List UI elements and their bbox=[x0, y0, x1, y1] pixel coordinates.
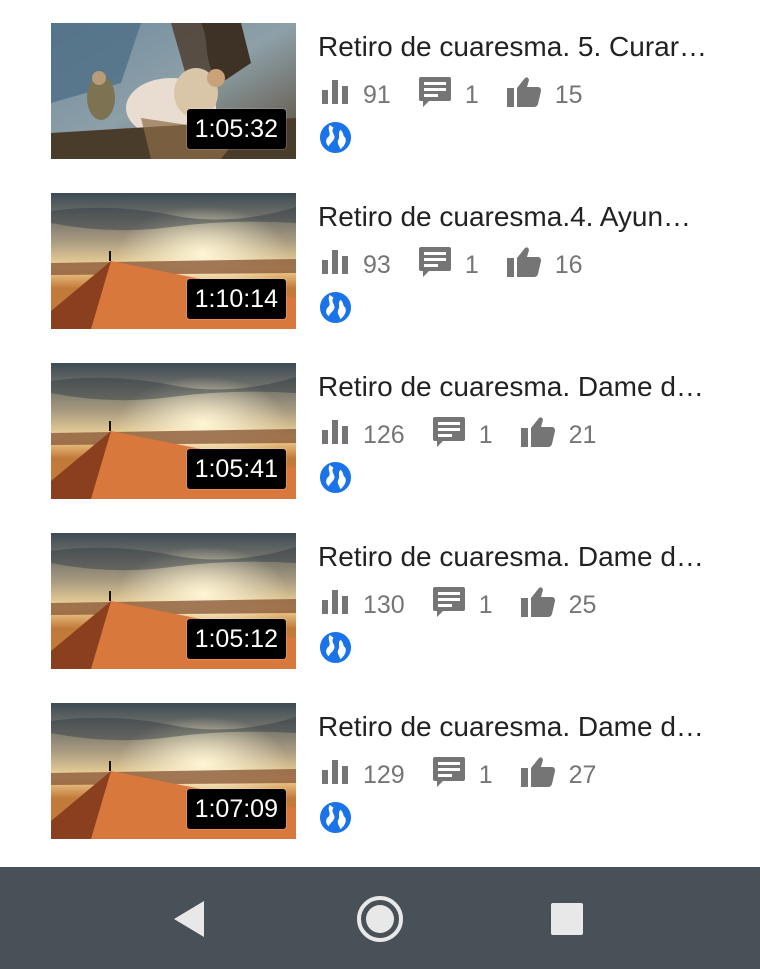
views-stat: 93 bbox=[322, 249, 391, 281]
likes-count: 21 bbox=[568, 420, 597, 449]
likes-count: 16 bbox=[554, 250, 583, 279]
comments-count: 1 bbox=[478, 760, 493, 789]
comments-stat: 1 bbox=[418, 76, 479, 114]
video-title[interactable]: Retiro de cuaresma. Dame d… bbox=[318, 539, 718, 575]
public-globe-icon bbox=[319, 631, 352, 664]
video-duration: 1:05:32 bbox=[186, 109, 286, 149]
comments-stat: 1 bbox=[432, 756, 493, 794]
views-count: 91 bbox=[363, 80, 391, 109]
likes-stat: 25 bbox=[520, 586, 597, 624]
bar-chart-icon bbox=[322, 589, 349, 621]
video-item[interactable]: 1:05:12 Retiro de cuaresma. Dame d… 130 … bbox=[0, 533, 760, 669]
comment-icon bbox=[432, 756, 465, 794]
back-button[interactable] bbox=[162, 891, 218, 947]
home-button[interactable] bbox=[352, 891, 408, 947]
video-stats: 93 1 16 bbox=[322, 245, 611, 285]
comments-count: 1 bbox=[478, 590, 493, 619]
bar-chart-icon bbox=[322, 79, 349, 111]
recents-button[interactable] bbox=[539, 891, 595, 947]
views-stat: 129 bbox=[322, 759, 405, 791]
comment-icon bbox=[432, 586, 465, 624]
public-globe-icon bbox=[319, 461, 352, 494]
home-circle-icon bbox=[357, 896, 403, 942]
video-duration: 1:05:41 bbox=[186, 449, 286, 489]
video-thumbnail[interactable]: 1:07:09 bbox=[51, 703, 296, 839]
video-item[interactable]: 1:05:41 Retiro de cuaresma. Dame d… 126 … bbox=[0, 363, 760, 499]
video-thumbnail[interactable]: 1:05:32 bbox=[51, 23, 296, 159]
bar-chart-icon bbox=[322, 249, 349, 281]
views-count: 130 bbox=[363, 590, 405, 619]
video-thumbnail[interactable]: 1:10:14 bbox=[51, 193, 296, 329]
bar-chart-icon bbox=[322, 419, 349, 451]
comments-count: 1 bbox=[464, 250, 479, 279]
thumb-up-icon bbox=[520, 416, 555, 454]
likes-count: 15 bbox=[554, 80, 583, 109]
video-title[interactable]: Retiro de cuaresma.4. Ayun… bbox=[318, 199, 718, 235]
video-stats: 126 1 21 bbox=[322, 415, 624, 455]
likes-stat: 21 bbox=[520, 416, 597, 454]
likes-count: 27 bbox=[568, 760, 597, 789]
views-count: 129 bbox=[363, 760, 405, 789]
video-title[interactable]: Retiro de cuaresma. 5. Curar… bbox=[318, 29, 718, 65]
likes-stat: 27 bbox=[520, 756, 597, 794]
views-count: 126 bbox=[363, 420, 405, 449]
thumb-up-icon bbox=[520, 586, 555, 624]
public-globe-icon bbox=[319, 291, 352, 324]
likes-count: 25 bbox=[568, 590, 597, 619]
video-title[interactable]: Retiro de cuaresma. Dame d… bbox=[318, 369, 718, 405]
comment-icon bbox=[432, 416, 465, 454]
views-stat: 130 bbox=[322, 589, 405, 621]
video-stats: 130 1 25 bbox=[322, 585, 624, 625]
video-item[interactable]: 1:05:32 Retiro de cuaresma. 5. Curar… 91… bbox=[0, 23, 760, 159]
public-globe-icon bbox=[319, 121, 352, 154]
comments-stat: 1 bbox=[432, 586, 493, 624]
thumb-up-icon bbox=[506, 76, 541, 114]
comments-stat: 1 bbox=[432, 416, 493, 454]
views-stat: 91 bbox=[322, 79, 391, 111]
views-stat: 126 bbox=[322, 419, 405, 451]
comments-count: 1 bbox=[478, 420, 493, 449]
back-triangle-icon bbox=[174, 901, 204, 937]
video-thumbnail[interactable]: 1:05:41 bbox=[51, 363, 296, 499]
comments-stat: 1 bbox=[418, 246, 479, 284]
comment-icon bbox=[418, 246, 451, 284]
likes-stat: 15 bbox=[506, 76, 583, 114]
video-item[interactable]: 1:07:09 Retiro de cuaresma. Dame d… 129 … bbox=[0, 703, 760, 839]
video-duration: 1:07:09 bbox=[186, 789, 286, 829]
video-duration: 1:10:14 bbox=[186, 279, 286, 319]
video-stats: 91 1 15 bbox=[322, 75, 611, 115]
recents-square-icon bbox=[551, 903, 583, 935]
video-title[interactable]: Retiro de cuaresma. Dame d… bbox=[318, 709, 718, 745]
views-count: 93 bbox=[363, 250, 391, 279]
bar-chart-icon bbox=[322, 759, 349, 791]
public-globe-icon bbox=[319, 801, 352, 834]
video-thumbnail[interactable]: 1:05:12 bbox=[51, 533, 296, 669]
thumb-up-icon bbox=[520, 756, 555, 794]
android-navigation-bar bbox=[0, 867, 760, 969]
video-duration: 1:05:12 bbox=[186, 619, 286, 659]
comment-icon bbox=[418, 76, 451, 114]
video-item[interactable]: 1:10:14 Retiro de cuaresma.4. Ayun… 93 1 bbox=[0, 193, 760, 329]
thumb-up-icon bbox=[506, 246, 541, 284]
video-stats: 129 1 27 bbox=[322, 755, 624, 795]
likes-stat: 16 bbox=[506, 246, 583, 284]
comments-count: 1 bbox=[464, 80, 479, 109]
